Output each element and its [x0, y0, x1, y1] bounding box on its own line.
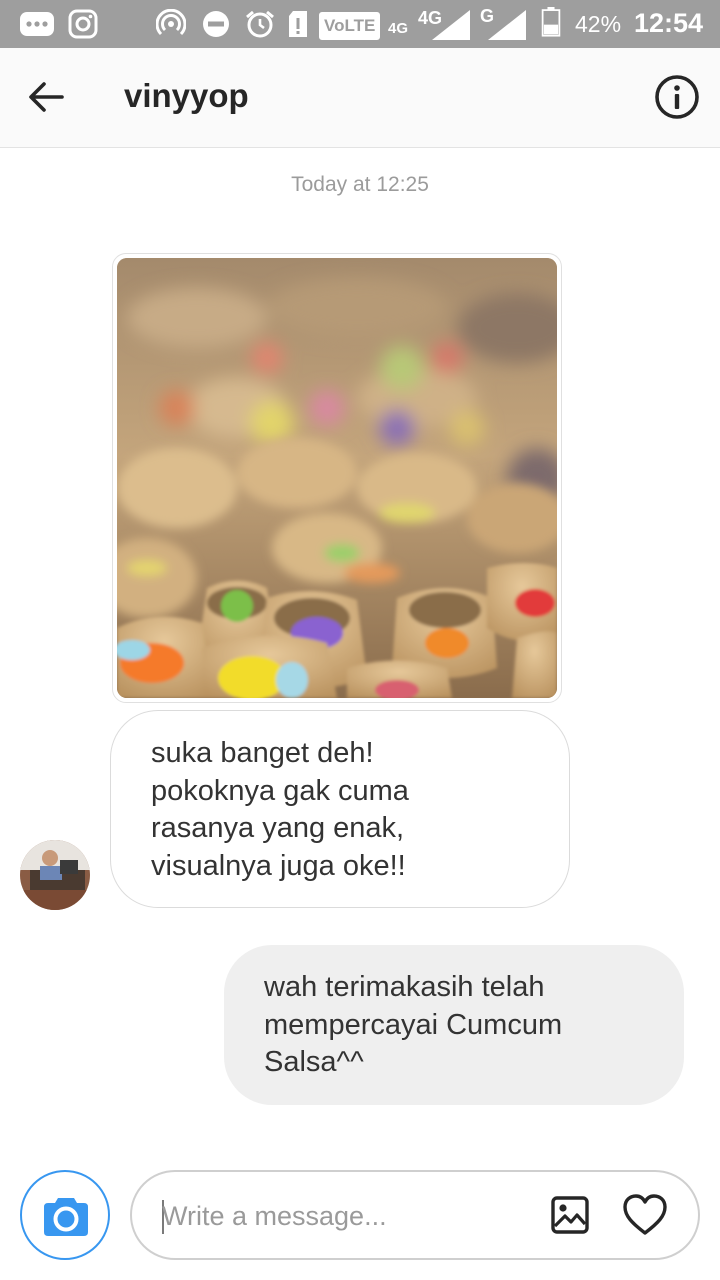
status-bar: VoLTE 4G 4G G 42% 12:54	[0, 0, 720, 48]
camera-button[interactable]	[20, 1170, 110, 1260]
thread-header: vinyyop	[0, 48, 720, 148]
heart-icon	[623, 1194, 667, 1235]
hotspot-icon	[156, 9, 186, 36]
thread-username[interactable]: vinyyop	[124, 76, 249, 116]
message-line: suka banget deh!	[151, 737, 374, 769]
battery-percent: 42%	[575, 11, 622, 37]
messages-icon	[20, 12, 54, 36]
message-line: Salsa^^	[264, 1046, 364, 1078]
photo-message[interactable]	[112, 253, 562, 703]
gallery-button[interactable]	[550, 1195, 590, 1235]
outgoing-message-bubble[interactable]: wah terimakasih telah mempercayai Cumcum…	[224, 945, 684, 1105]
battery-icon	[541, 7, 561, 37]
camera-icon	[44, 1198, 88, 1236]
like-button[interactable]	[622, 1193, 668, 1237]
sender-avatar[interactable]	[20, 840, 90, 910]
incoming-message-bubble[interactable]: suka banget deh! pokoknya gak cuma rasan…	[110, 710, 570, 908]
message-line: mempercayai Cumcum	[264, 1008, 563, 1041]
message-line: wah terimakasih telah	[264, 971, 545, 1003]
message-line: visualnya juga oke!!	[151, 849, 406, 882]
message-composer	[130, 1170, 700, 1260]
message-line: pokoknya gak cuma	[151, 774, 409, 807]
message-timestamp: Today at 12:25	[291, 173, 429, 196]
info-icon	[655, 75, 699, 119]
signal-4g-icon: 4G 4G	[388, 6, 472, 42]
message-line: rasanya yang enak,	[151, 812, 405, 844]
do-not-disturb-icon	[203, 11, 229, 37]
instagram-icon	[68, 9, 98, 39]
info-button[interactable]	[652, 72, 702, 122]
volte-badge: VoLTE	[319, 12, 381, 40]
alarm-icon	[246, 10, 274, 38]
arrow-left-icon	[29, 82, 64, 112]
message-input[interactable]	[162, 1192, 542, 1240]
gallery-icon	[551, 1196, 589, 1234]
sd-card-alert-icon	[289, 11, 307, 37]
signal-g-icon: G	[480, 6, 530, 42]
message-photo[interactable]	[117, 258, 557, 698]
status-clock: 12:54	[634, 8, 704, 38]
back-button[interactable]	[22, 72, 72, 122]
